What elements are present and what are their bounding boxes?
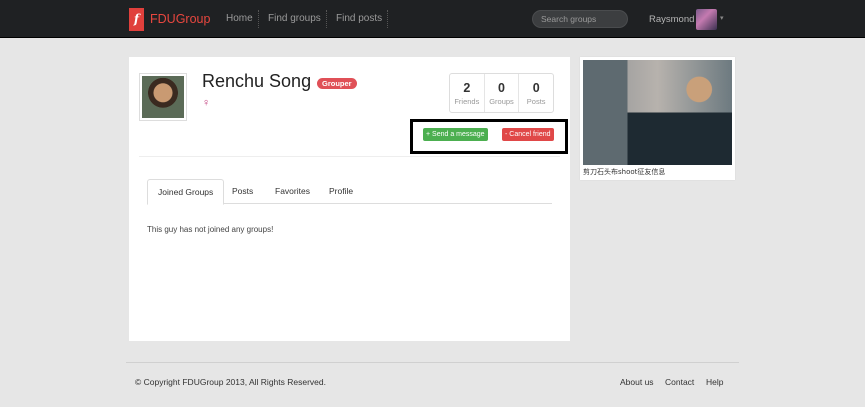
profile-panel: Renchu Song Grouper ♀ 2 Friends 0 Groups…	[129, 57, 570, 341]
profile-name: Renchu Song	[202, 71, 312, 91]
stat-count: 2	[463, 81, 471, 95]
profile-avatar	[139, 73, 187, 121]
stat-groups[interactable]: 0 Groups	[485, 74, 520, 112]
nav-link-home[interactable]: Home	[226, 13, 253, 24]
tab-joined-groups[interactable]: Joined Groups	[147, 179, 225, 205]
brand-name[interactable]: FDUGroup	[150, 12, 210, 26]
footer-link-contact[interactable]: Contact	[665, 377, 694, 387]
footer-link-help[interactable]: Help	[706, 377, 723, 387]
stat-label: Friends	[454, 97, 480, 106]
stat-label: Posts	[526, 97, 546, 106]
logo-icon[interactable]: f	[129, 8, 144, 31]
stat-label: Groups	[489, 97, 514, 106]
tab-profile[interactable]: Profile	[319, 179, 363, 204]
profile-photo	[142, 76, 184, 118]
profile-tabs: Joined Groups Posts Favorites Profile	[147, 179, 552, 205]
stat-count: 0	[498, 81, 505, 95]
tab-favorites[interactable]: Favorites	[265, 179, 320, 204]
role-badge: Grouper	[317, 78, 357, 89]
stat-count: 0	[532, 81, 540, 95]
top-navbar: f FDUGroup Home Find groups Find posts R…	[0, 0, 865, 38]
nav-divider	[326, 10, 327, 28]
username-link[interactable]: Raysmond	[649, 14, 694, 25]
footer-divider	[126, 362, 739, 363]
footer-link-about[interactable]: About us	[620, 377, 654, 387]
cancel-friend-button[interactable]: - Cancel friend	[502, 128, 554, 141]
photo-caption[interactable]: 剪刀石头布shoot征友信息	[583, 167, 732, 177]
empty-groups-message: This guy has not joined any groups!	[147, 225, 274, 234]
stat-posts[interactable]: 0 Posts	[519, 74, 553, 112]
stat-friends[interactable]: 2 Friends	[450, 74, 485, 112]
nav-divider	[258, 10, 259, 28]
chevron-down-icon[interactable]: ▾	[720, 14, 724, 22]
send-message-button[interactable]: + Send a message	[423, 128, 488, 141]
tab-posts[interactable]: Posts	[222, 179, 263, 204]
nav-link-find-posts[interactable]: Find posts	[336, 13, 382, 24]
nav-link-find-groups[interactable]: Find groups	[268, 13, 321, 24]
stats-box: 2 Friends 0 Groups 0 Posts	[449, 73, 554, 113]
search-input[interactable]	[532, 10, 628, 28]
photo-card[interactable]: 剪刀石头布shoot征友信息	[580, 57, 735, 180]
copyright-text: © Copyright FDUGroup 2013, All Rights Re…	[135, 377, 326, 387]
photo-thumbnail[interactable]	[583, 60, 732, 165]
nav-divider	[387, 10, 388, 28]
user-avatar[interactable]	[696, 9, 717, 30]
divider	[139, 156, 560, 157]
female-icon: ♀	[202, 97, 211, 109]
